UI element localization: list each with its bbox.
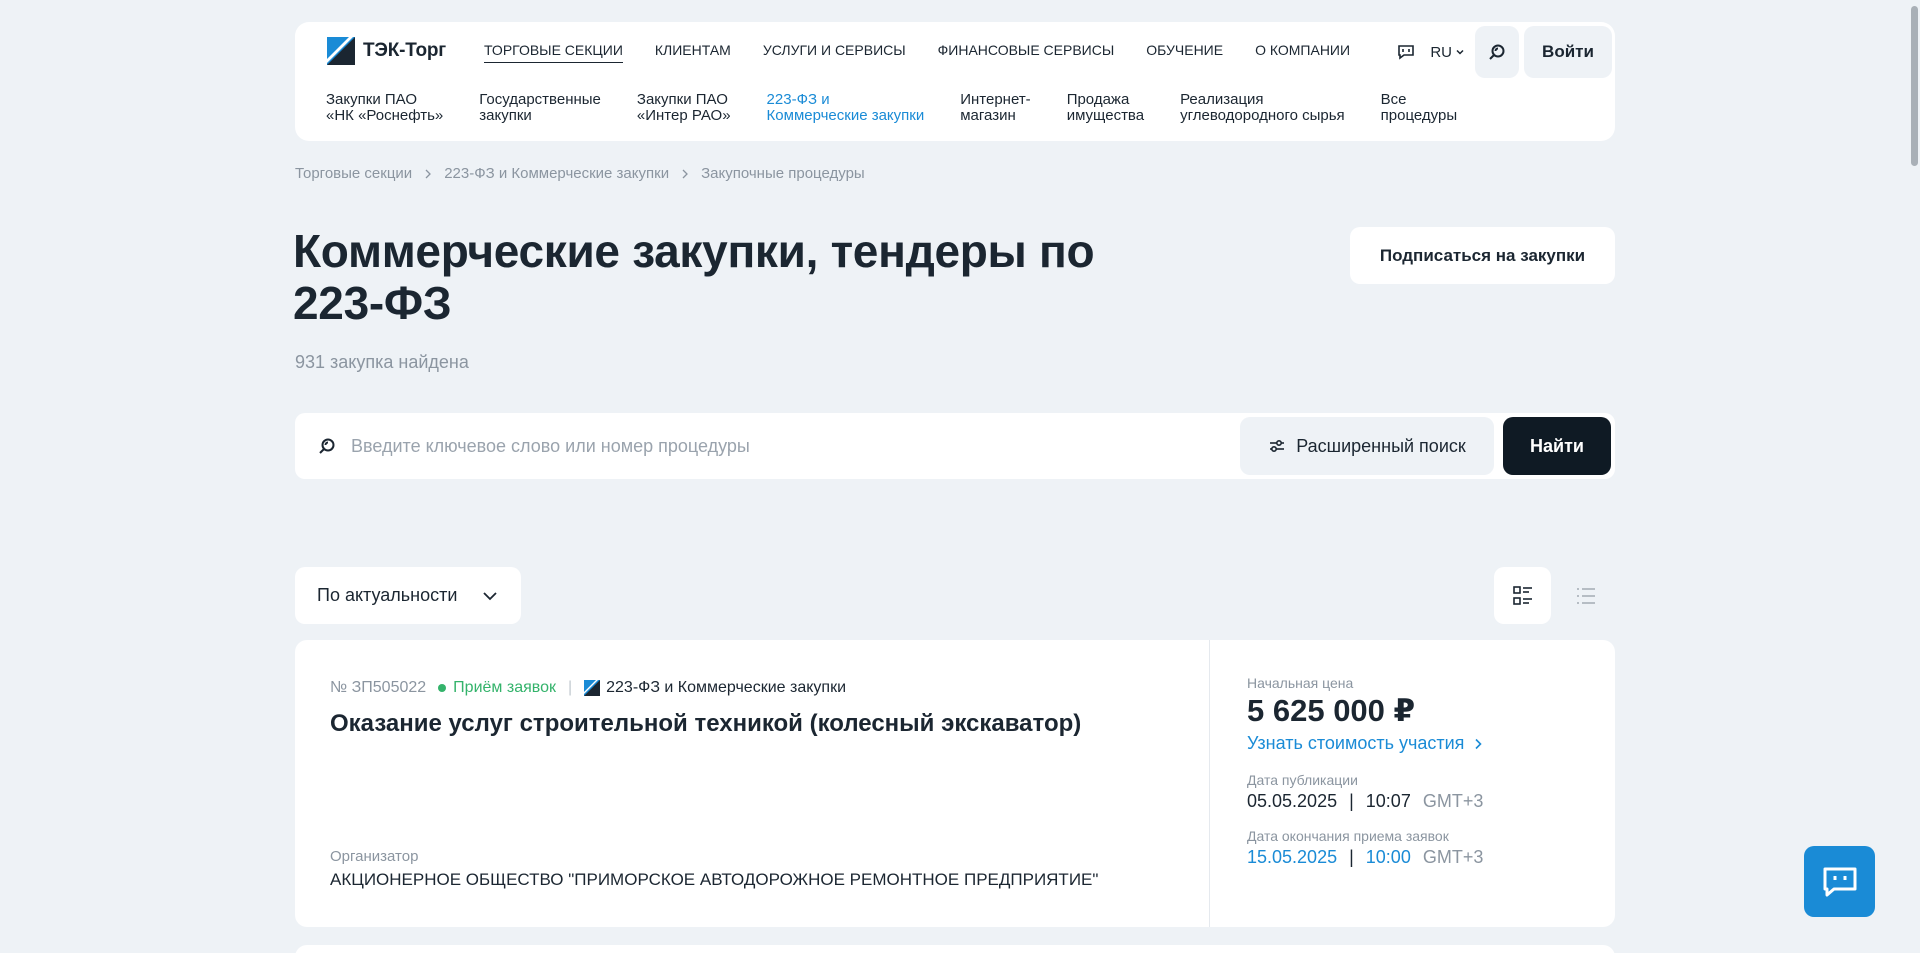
subnav-state-purchases[interactable]: Государственные закупки [479,92,601,124]
publication-time-value: 10:07 [1365,791,1411,811]
deadline-label: Дата окончания приема заявок [1247,828,1449,844]
header-search-button[interactable] [1475,26,1519,78]
filter-sliders-icon [1270,439,1285,453]
procedure-meta: № ЗП505022 Приём заявок | 223-ФЗ и Комме… [330,679,846,697]
breadcrumb-item-trade-sections[interactable]: Торговые секции [295,165,412,182]
deadline-date: 15.05.2025 | 10:00 GMT+3 [1247,847,1483,868]
nav-about[interactable]: О компании [1255,42,1350,63]
organizer-label: Организатор [330,848,419,865]
page-title: Коммерческие закупки, тендеры по 223-ФЗ [293,225,1095,329]
support-chat-button[interactable] [1804,846,1875,917]
find-button[interactable]: Найти [1503,417,1611,475]
list-view-icon [1576,587,1595,604]
participation-cost-link[interactable]: Узнать стоимость участия [1247,733,1483,754]
subnav-all-procedures[interactable]: Все процедуры [1381,92,1457,124]
nav-education[interactable]: Обучение [1146,42,1223,63]
site-header: ТЭК-Торг Торговые секции Клиентам Услуги… [295,22,1615,141]
chevron-down-icon [1456,49,1464,55]
search-input[interactable] [351,431,1191,461]
language-select[interactable]: RU [1430,44,1465,61]
card-divider [1209,640,1210,927]
advanced-search-label: Расширенный поиск [1296,435,1466,456]
procedure-details: Начальная цена 5 625 000 ₽ Узнать стоимо… [1247,675,1483,868]
subnav-223fz-commercial[interactable]: 223-ФЗ и Коммерческие закупки [767,92,925,124]
meta-divider: | [567,679,573,696]
logo-icon [327,37,355,65]
nav-clients[interactable]: Клиентам [655,42,731,63]
subnav-online-store[interactable]: Интернет- магазин [960,92,1030,124]
logo[interactable]: ТЭК-Торг [327,37,446,65]
section-label: 223-ФЗ и Коммерческие закупки [606,679,846,696]
procedure-card[interactable]: № ЗП505022 Приём заявок | 223-ФЗ и Комме… [295,640,1615,927]
card-view-icon [1512,585,1532,605]
deadline-date-value: 15.05.2025 [1247,847,1338,867]
subnav-inter-rao[interactable]: Закупки ПАО «Интер РАО» [637,92,731,124]
page-scrollbar[interactable] [1909,0,1920,953]
status-dot-icon [438,684,447,692]
search-bar: Расширенный поиск Найти [295,413,1615,479]
scrollbar-thumb[interactable] [1911,6,1918,166]
procedure-section: 223-ФЗ и Коммерческие закупки [584,679,846,697]
organizer-name: АКЦИОНЕРНОЕ ОБЩЕСТВО "ПРИМОРСКОЕ АВТОДОР… [330,870,1099,889]
publication-date-label: Дата публикации [1247,772,1358,788]
search-icon [1489,44,1505,60]
section-logo-icon [584,680,601,696]
search-icon [317,436,337,461]
sort-value: По актуальности [317,585,458,605]
language-value: RU [1430,43,1452,61]
subnav-rosneft[interactable]: Закупки ПАО «НК «Роснефть» [326,92,443,124]
nav-services[interactable]: Услуги и сервисы [763,42,906,63]
chat-bot-icon [1823,867,1856,896]
date-divider: | [1349,791,1354,811]
breadcrumb-item-procedures: Закупочные процедуры [701,165,865,182]
publication-timezone: GMT+3 [1422,791,1484,811]
chevron-right-icon [424,169,432,179]
deadline-time-value: 10:00 [1365,847,1411,867]
view-list-toggle[interactable] [1557,567,1614,624]
publication-date: 05.05.2025 | 10:07 GMT+3 [1247,791,1483,812]
nav-trade-sections[interactable]: Торговые секции [484,42,623,63]
breadcrumb: Торговые секции 223-ФЗ и Коммерческие за… [295,165,865,182]
chevron-down-icon [481,587,499,610]
results-count: 931 закупка найдена [295,352,469,372]
chevron-right-icon [681,169,689,179]
subnav-property-sale[interactable]: Продажа имущества [1067,92,1144,124]
nav-financial-services[interactable]: Финансовые сервисы [938,42,1115,63]
subnav-hydrocarbons[interactable]: Реализация углеводородного сырья [1180,92,1345,124]
logo-text: ТЭК-Торг [363,40,446,61]
login-button[interactable]: Войти [1524,26,1612,78]
view-cards-toggle[interactable] [1494,567,1551,624]
procedure-title[interactable]: Оказание услуг строительной техникой (ко… [330,710,1081,738]
status-badge: Приём заявок [438,679,556,697]
main-nav: Торговые секции Клиентам Услуги и сервис… [484,42,1382,63]
date-divider: | [1349,847,1354,867]
price-label: Начальная цена [1247,675,1354,691]
procedure-number: № ЗП505022 [330,679,427,696]
message-icon[interactable] [1396,42,1416,62]
status-label: Приём заявок [453,679,556,696]
deadline-timezone: GMT+3 [1422,847,1484,867]
chevron-right-icon [1475,738,1483,749]
next-procedure-card[interactable] [295,945,1615,953]
breadcrumb-item-223fz[interactable]: 223-ФЗ и Коммерческие закупки [444,165,669,182]
sort-select[interactable]: По актуальности [295,567,521,624]
sub-nav: Закупки ПАО «НК «Роснефть» Государственн… [326,92,1493,124]
subscribe-button[interactable]: Подписаться на закупки [1350,227,1615,284]
publication-date-value: 05.05.2025 [1247,791,1338,811]
advanced-search-button[interactable]: Расширенный поиск [1240,417,1494,475]
header-tools: RU Войти [1396,26,1612,78]
price-value: 5 625 000 ₽ [1247,693,1416,728]
participation-cost-label: Узнать стоимость участия [1247,733,1465,753]
